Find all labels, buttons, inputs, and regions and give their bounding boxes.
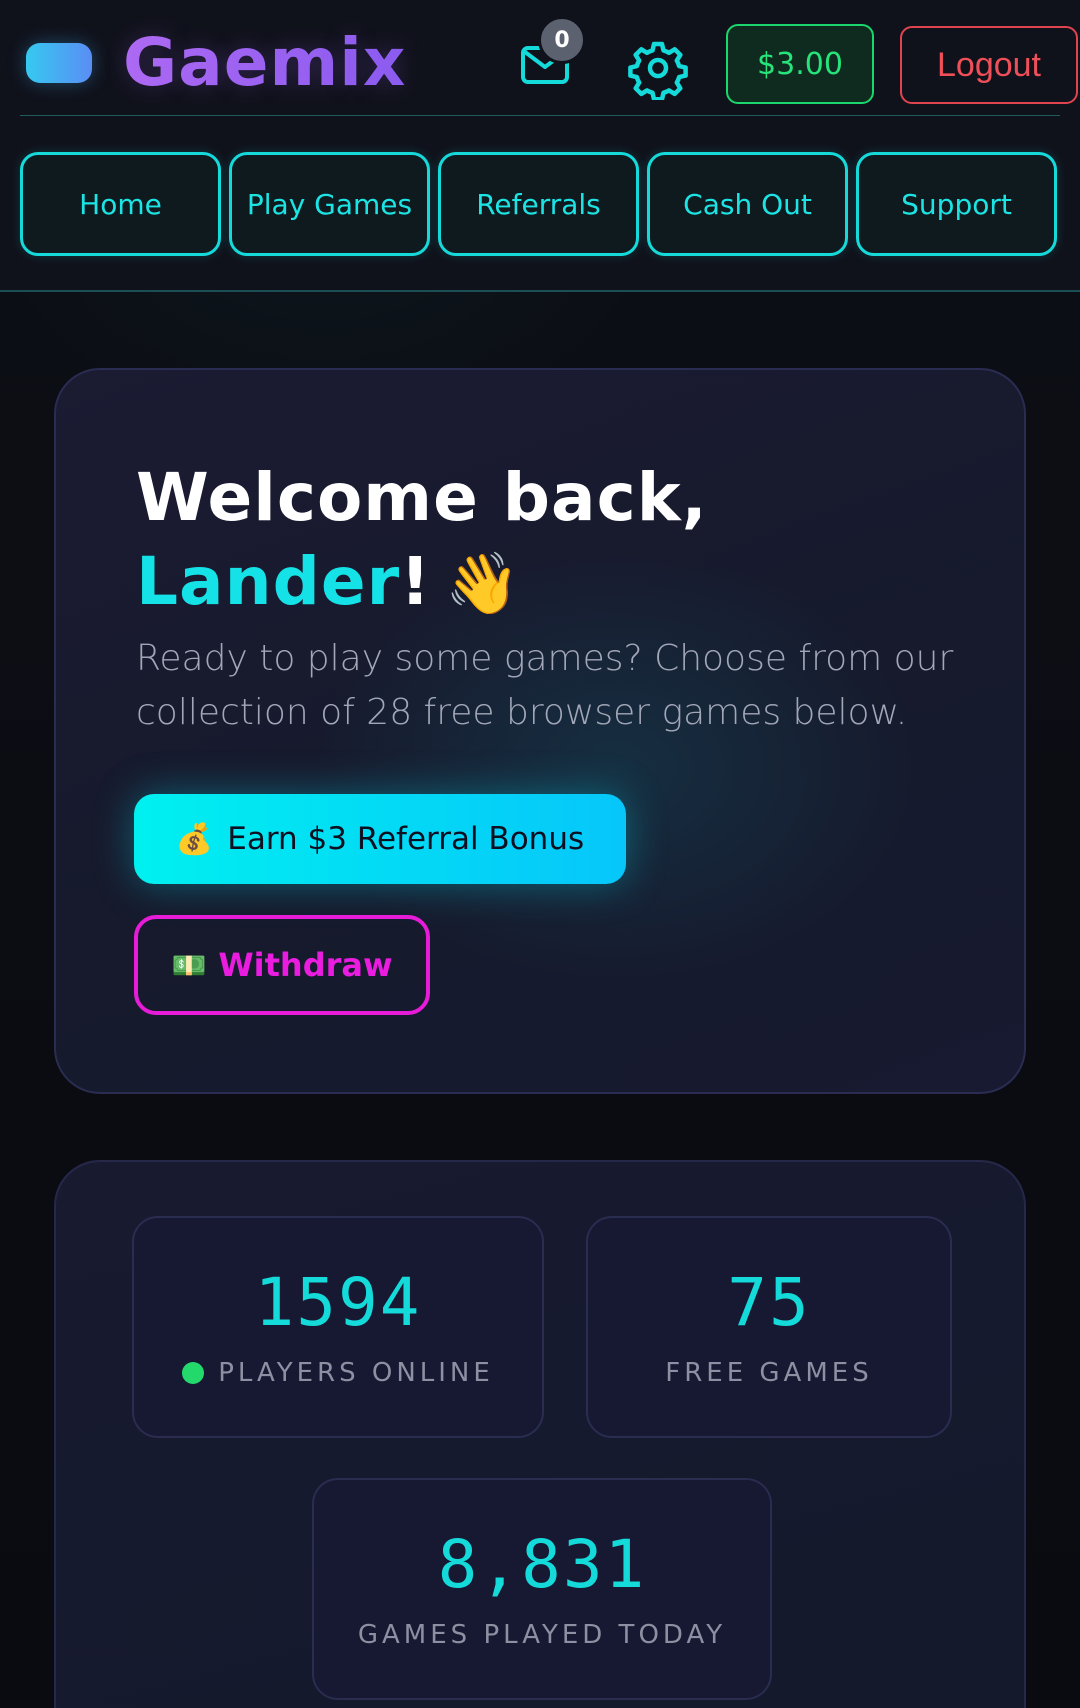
nav-cash-out[interactable]: Cash Out <box>647 152 848 256</box>
main-nav: Home Play Games Referrals Cash Out Suppo… <box>20 152 1060 256</box>
nav-play-games[interactable]: Play Games <box>229 152 430 256</box>
free-games-label: FREE GAMES <box>665 1358 873 1388</box>
withdraw-label: Withdraw <box>218 946 393 984</box>
brand-logo[interactable]: Gaemix <box>123 28 406 98</box>
referral-bonus-button[interactable]: 💰 Earn $3 Referral Bonus <box>134 794 626 884</box>
online-status-dot <box>182 1362 205 1384</box>
balance-button[interactable]: $3.00 <box>726 24 874 104</box>
free-games-value: 75 <box>727 1264 811 1341</box>
stats-card: 1594 PLAYERS ONLINE 75 FREE GAMES 8,831 … <box>54 1160 1026 1708</box>
nav-referrals[interactable]: Referrals <box>438 152 639 256</box>
page: Gaemix 0 $3.00 Logout Home Play Games Re… <box>0 0 1080 1708</box>
referral-bonus-label: Earn $3 Referral Bonus <box>227 821 585 857</box>
wave-hand-icon: 👋 <box>445 549 521 619</box>
brand-row: Gaemix 0 $3.00 Logout <box>20 0 1078 116</box>
money-bag-icon: 💰 <box>175 821 214 857</box>
welcome-prefix: Welcome back, <box>136 459 708 536</box>
welcome-card: Welcome back, Lander! 👋 Ready to play som… <box>54 368 1026 1094</box>
welcome-exclaim: ! <box>400 543 432 620</box>
mail-count-badge: 0 <box>538 16 586 64</box>
logo-pill-icon[interactable] <box>26 43 92 83</box>
stat-games-played-today: 8,831 GAMES PLAYED TODAY <box>312 1478 772 1700</box>
stat-free-games: 75 FREE GAMES <box>586 1216 952 1438</box>
players-online-label-row: PLAYERS ONLINE <box>134 1358 542 1388</box>
settings-button[interactable] <box>626 36 690 102</box>
welcome-heading: Welcome back, Lander! 👋 <box>136 456 956 626</box>
username: Lander <box>136 543 401 620</box>
nav-support[interactable]: Support <box>856 152 1057 256</box>
nav-home[interactable]: Home <box>20 152 221 256</box>
withdraw-button[interactable]: 💵 Withdraw <box>134 915 430 1015</box>
stat-players-online: 1594 PLAYERS ONLINE <box>132 1216 544 1438</box>
players-online-label: PLAYERS ONLINE <box>218 1358 494 1388</box>
logout-button[interactable]: Logout <box>900 26 1078 104</box>
top-header: Gaemix 0 $3.00 Logout Home Play Games Re… <box>0 0 1080 292</box>
gear-icon <box>628 41 688 102</box>
welcome-description: Ready to play some games? Choose from ou… <box>136 638 954 733</box>
cash-icon: 💵 <box>171 948 207 982</box>
players-online-value: 1594 <box>254 1264 422 1341</box>
games-played-value: 8,831 <box>437 1526 647 1603</box>
games-played-label: GAMES PLAYED TODAY <box>357 1620 727 1650</box>
